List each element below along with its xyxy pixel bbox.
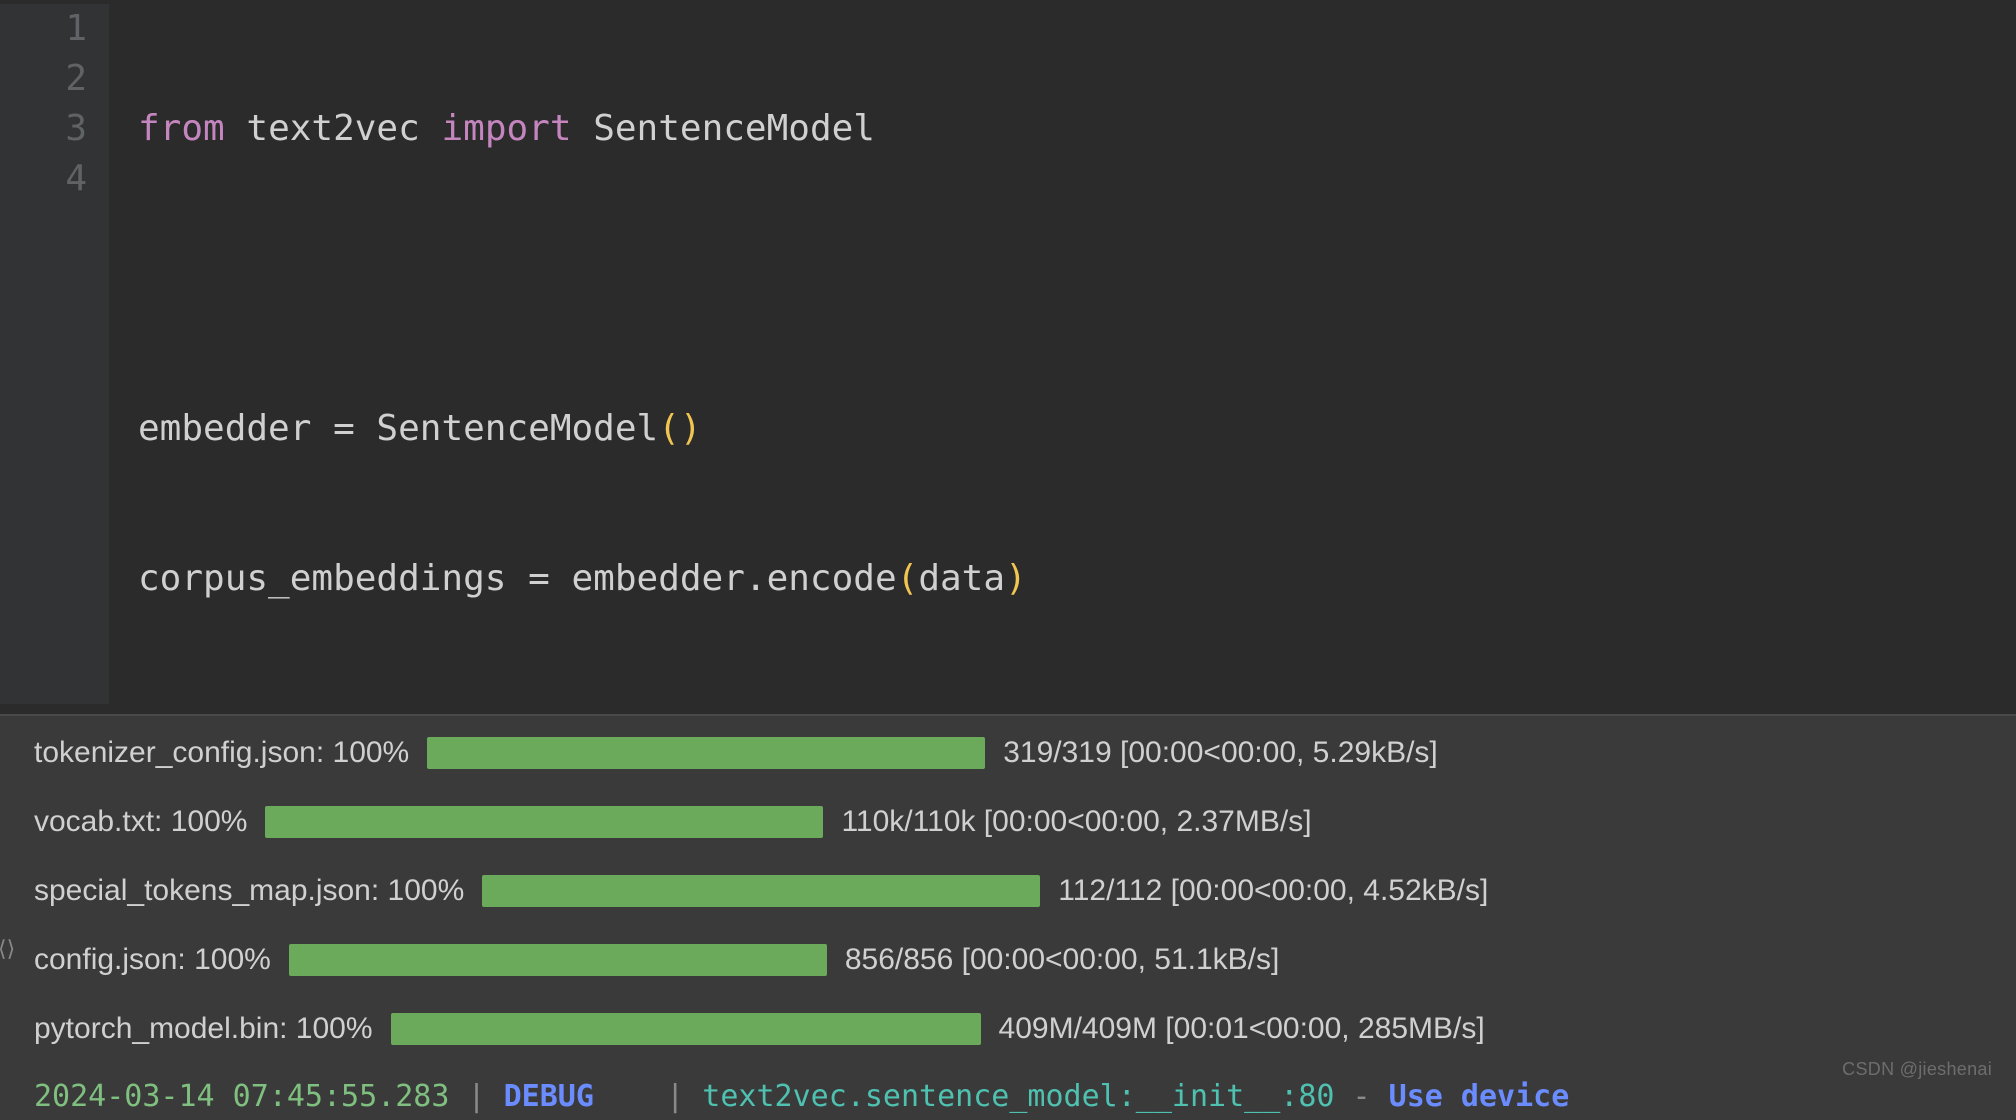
download-stats: 319/319 [00:00<00:00, 5.29kB/s] (1003, 736, 1438, 770)
download-stats: 112/112 [00:00<00:00, 4.52kB/s] (1058, 874, 1488, 908)
identifier: embedder (572, 558, 745, 599)
paren-close: ) (680, 408, 702, 449)
code-editor[interactable]: 1 2 3 4 from text2vec import SentenceMod… (0, 0, 2016, 714)
download-row: pytorch_model.bin: 100% 409M/409M [00:01<… (34, 1012, 1982, 1046)
code-line[interactable]: from text2vec import SentenceModel (138, 104, 1027, 154)
log-message: Use device (1389, 1079, 1570, 1114)
download-row: vocab.txt: 100% 110k/110k [00:00<00:00, 2… (34, 805, 1982, 839)
log-sep: | (594, 1079, 702, 1114)
code-line[interactable] (138, 254, 1027, 304)
line-number: 3 (40, 104, 87, 154)
line-gutter: 1 2 3 4 (0, 4, 110, 704)
equals: = (311, 408, 376, 449)
progress-bar (265, 806, 823, 838)
identifier: corpus_embeddings (138, 558, 506, 599)
download-row: special_tokens_map.json: 100% 112/112 [00… (34, 874, 1982, 908)
line-number: 2 (40, 54, 87, 104)
download-row: tokenizer_config.json: 100% 319/319 [00:0… (34, 736, 1982, 770)
code-area[interactable]: from text2vec import SentenceModel embed… (110, 4, 1027, 704)
log-level: DEBUG (504, 1079, 594, 1114)
log-dash: - (1334, 1079, 1388, 1114)
keyword-import: import (441, 108, 571, 149)
download-label: special_tokens_map.json: 100% (34, 874, 464, 908)
line-number: 4 (40, 154, 87, 204)
argument: data (918, 558, 1005, 599)
output-panel[interactable]: ⟨⟩ tokenizer_config.json: 100% 319/319 [0… (0, 714, 2016, 1120)
progress-bar (482, 875, 1040, 907)
log-timestamp: 2024-03-14 07:45:55.283 (34, 1079, 449, 1114)
downloads-list: tokenizer_config.json: 100% 319/319 [00:0… (34, 736, 1982, 1046)
log-source: text2vec.sentence_model:__init__:80 (702, 1079, 1334, 1114)
code-line[interactable]: embedder = SentenceModel() (138, 404, 1027, 454)
watermark: CSDN @jieshenai (1842, 1059, 1992, 1080)
collapse-icon[interactable]: ⟨⟩ (0, 936, 16, 962)
callable: SentenceModel (376, 408, 658, 449)
dot: . (745, 558, 767, 599)
progress-bar (427, 737, 985, 769)
download-label: config.json: 100% (34, 943, 271, 977)
identifier: embedder (138, 408, 311, 449)
keyword-from: from (138, 108, 225, 149)
progress-bar (289, 944, 827, 976)
download-stats: 409M/409M [00:01<00:00, 285MB/s] (999, 1012, 1485, 1046)
download-label: vocab.txt: 100% (34, 805, 247, 839)
download-label: pytorch_model.bin: 100% (34, 1012, 373, 1046)
download-row: config.json: 100% 856/856 [00:00<00:00, 5… (34, 943, 1982, 977)
paren-close: ) (1005, 558, 1027, 599)
module-name: text2vec (246, 108, 419, 149)
download-stats: 856/856 [00:00<00:00, 51.1kB/s] (845, 943, 1280, 977)
download-stats: 110k/110k [00:00<00:00, 2.37MB/s] (841, 805, 1311, 839)
line-number: 1 (40, 4, 87, 54)
method-name: encode (767, 558, 897, 599)
download-label: tokenizer_config.json: 100% (34, 736, 409, 770)
code-line[interactable]: corpus_embeddings = embedder.encode(data… (138, 554, 1027, 604)
class-name: SentenceModel (593, 108, 875, 149)
log-sep: | (449, 1079, 503, 1114)
log-line: 2024-03-14 07:45:55.283 | DEBUG | text2v… (34, 1079, 1982, 1114)
equals: = (506, 558, 571, 599)
paren-open: ( (897, 558, 919, 599)
progress-bar (391, 1013, 981, 1045)
paren-open: ( (658, 408, 680, 449)
